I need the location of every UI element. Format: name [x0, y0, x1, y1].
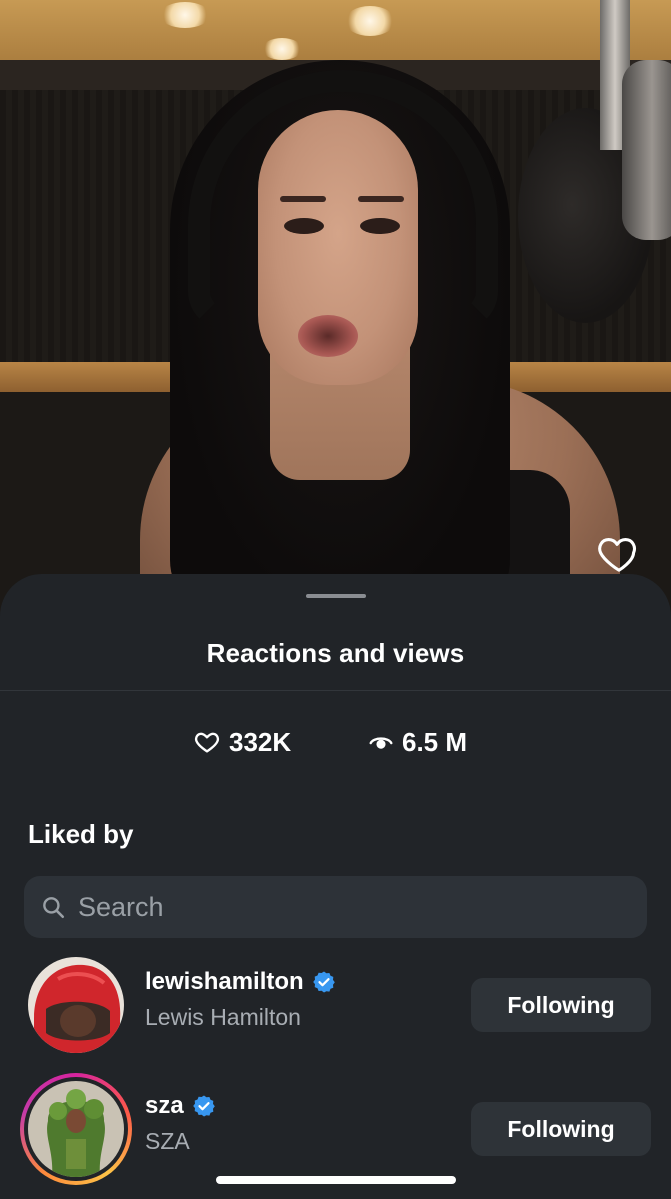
avatar[interactable]	[28, 957, 124, 1053]
full-name: Lewis Hamilton	[145, 1004, 301, 1030]
search-bar[interactable]	[24, 876, 647, 938]
video-background	[0, 0, 671, 640]
username-line: lewishamilton	[145, 968, 336, 996]
sheet-title: Reactions and views	[206, 638, 465, 668]
eyebrow	[358, 196, 404, 202]
views-stat: 6.5 M	[368, 724, 467, 760]
lips	[298, 315, 358, 357]
list-item[interactable]: lewishamilton Lewis Hamilton Following	[0, 950, 671, 1060]
ceiling-light	[345, 6, 395, 36]
search-icon	[43, 897, 65, 919]
avatar[interactable]	[28, 1081, 124, 1177]
heart-outline-icon[interactable]	[596, 530, 642, 576]
eye	[284, 218, 324, 234]
eyebrow	[280, 196, 326, 202]
list-item[interactable]: sza SZA Following	[0, 1073, 671, 1185]
microphone	[622, 60, 671, 240]
search-input[interactable]	[78, 891, 618, 923]
likes-count: 332K	[229, 726, 292, 757]
eye-icon	[369, 737, 393, 749]
username[interactable]: sza	[145, 1092, 184, 1120]
full-name: SZA	[145, 1128, 190, 1154]
username[interactable]: lewishamilton	[145, 968, 304, 996]
ceiling-light	[262, 38, 302, 60]
heart-outline-icon	[194, 732, 220, 753]
ceiling-light	[160, 2, 210, 28]
divider	[0, 690, 671, 691]
verified-badge-icon	[192, 1095, 215, 1117]
eye	[360, 218, 400, 234]
username-line: sza	[145, 1092, 216, 1120]
verified-badge-icon	[312, 971, 335, 993]
sheet-grabber[interactable]	[306, 594, 366, 598]
likes-stat: 332K	[193, 724, 291, 760]
views-count: 6.5 M	[402, 726, 468, 757]
reactions-sheet: Reactions and views 332K 6.5 M Liked by	[0, 574, 671, 1199]
liked-by-heading: Liked by	[28, 819, 134, 849]
following-button[interactable]: Following	[471, 978, 651, 1032]
following-button[interactable]: Following	[471, 1102, 651, 1156]
home-indicator[interactable]	[216, 1176, 456, 1184]
